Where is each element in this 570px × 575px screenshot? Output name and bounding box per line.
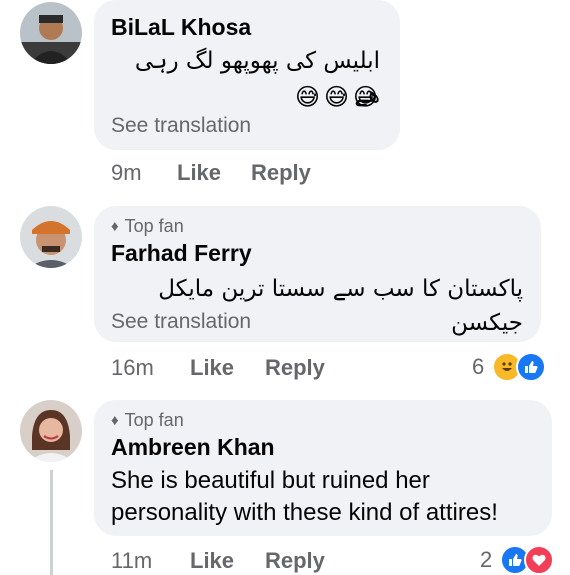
comment-author[interactable]: Farhad Ferry [111,240,252,267]
avatar[interactable] [20,2,82,64]
like-button[interactable]: Like [190,355,234,381]
avatar[interactable] [20,400,82,462]
badge-label: Top fan [124,410,184,430]
diamond-icon: ♦ [111,412,119,429]
comment-time[interactable]: 16m [111,355,154,381]
reply-button[interactable]: Reply [251,160,311,186]
badge-label: Top fan [124,216,184,236]
reaction-count: 2 [480,547,493,572]
top-fan-badge: ♦ Top fan [111,216,184,237]
reply-button[interactable]: Reply [265,548,325,574]
like-icon [516,352,547,382]
comment-text-line-1: She is beautiful but ruined her [111,467,430,494]
comment-author[interactable]: Ambreen Khan [111,434,275,461]
comment-text-line-2: personality with these kind of attires! [111,499,498,526]
reaction-count: 6 [472,354,485,379]
like-button[interactable]: Like [190,548,234,574]
comment-time[interactable]: 9m [111,160,142,186]
reply-button[interactable]: Reply [265,355,325,381]
emoji-row: 😅😅😅 [294,83,382,111]
comment-bubble: ♦ Top fan Ambreen Khan She is beautiful … [94,400,552,536]
comment-bubble: BiLaL Khosa ابلیس کی پھوپھو لگ رہی ھے 😅😅… [94,0,400,150]
see-translation-link[interactable]: See translation [111,114,251,138]
like-button[interactable]: Like [177,160,221,186]
comment-bubble: ♦ Top fan Farhad Ferry پاکستان کا سب سے … [94,206,541,342]
reactions-summary[interactable]: 6 [472,352,547,382]
see-translation-link[interactable]: See translation [111,310,251,334]
comment-author[interactable]: BiLaL Khosa [111,14,251,41]
avatar[interactable] [20,206,82,268]
top-fan-badge: ♦ Top fan [111,410,184,431]
diamond-icon: ♦ [111,218,119,235]
comment-time[interactable]: 11m [111,548,152,574]
reactions-summary[interactable]: 2 [480,545,555,575]
reply-thread-line [50,470,53,575]
love-icon [524,545,555,575]
